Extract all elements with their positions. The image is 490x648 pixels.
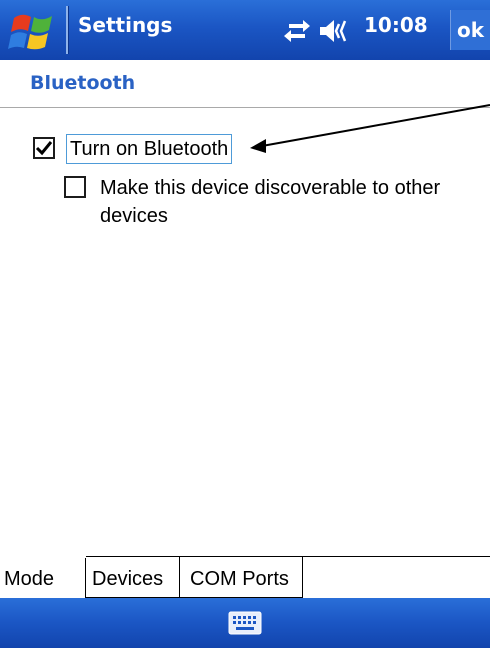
title-bar: Settings 10:08 ok xyxy=(0,0,490,60)
keyboard-button[interactable] xyxy=(228,609,262,637)
title-separator xyxy=(66,6,68,54)
bluetooth-on-label-focus[interactable]: Turn on Bluetooth xyxy=(66,134,233,164)
ok-button[interactable]: ok xyxy=(450,10,490,50)
tab-strip: Mode Devices COM Ports xyxy=(0,556,490,598)
speaker-icon[interactable] xyxy=(318,18,354,44)
discoverable-label[interactable]: Make this device discoverable to other d… xyxy=(100,174,490,230)
bluetooth-on-checkbox[interactable] xyxy=(33,137,55,159)
page-title: Bluetooth xyxy=(30,72,136,94)
checkmark-icon xyxy=(35,141,53,156)
menu-bar xyxy=(0,598,490,648)
active-tab-indicator xyxy=(0,556,86,558)
discoverable-checkbox[interactable] xyxy=(64,176,86,198)
tab-mode[interactable]: Mode xyxy=(0,557,86,598)
start-button[interactable] xyxy=(8,8,62,56)
windows-flag-icon xyxy=(8,14,52,50)
connectivity-arrows-icon[interactable] xyxy=(283,18,311,44)
keyboard-icon xyxy=(228,611,262,635)
tab-devices[interactable]: Devices xyxy=(86,557,180,598)
bluetooth-on-label: Turn on Bluetooth xyxy=(70,138,229,160)
annotation-arrow-icon xyxy=(250,104,490,153)
clock-time[interactable]: 10:08 xyxy=(364,13,428,37)
tab-com-ports[interactable]: COM Ports xyxy=(180,557,303,598)
window-title: Settings xyxy=(78,13,173,37)
